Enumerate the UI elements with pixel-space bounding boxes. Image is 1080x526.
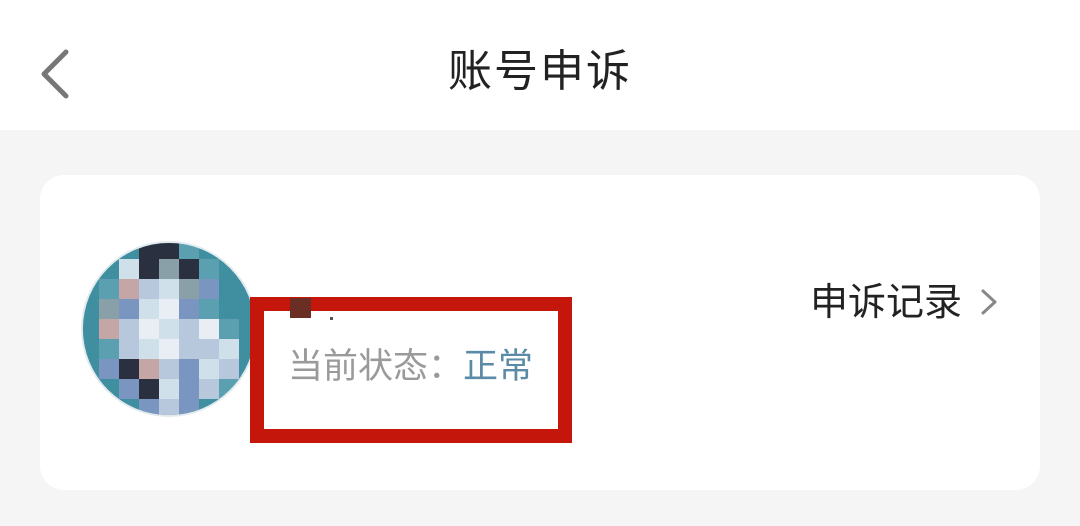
avatar-mosaic-tile — [99, 299, 119, 319]
avatar-mosaic-tile — [159, 299, 179, 319]
status-value: 正常 — [463, 347, 534, 387]
avatar-mosaic-tile — [179, 359, 199, 379]
avatar-mosaic-tile — [83, 379, 99, 399]
avatar-mosaic-tile — [179, 259, 199, 279]
avatar-mosaic-tile — [219, 259, 239, 279]
avatar-mosaic-tile — [99, 279, 119, 299]
avatar-mosaic-tile — [83, 319, 99, 339]
page-title: 账号申诉 — [448, 46, 632, 97]
avatar-mosaic-tile — [119, 399, 139, 415]
avatar-mosaic-tile — [159, 259, 179, 279]
avatar-mosaic-tile — [83, 299, 99, 319]
avatar-mosaic-tile — [119, 243, 139, 259]
avatar-mosaic-tile — [139, 399, 159, 415]
avatar-mosaic-tile — [159, 359, 179, 379]
avatar-mosaic-tile — [119, 359, 139, 379]
avatar-mosaic-tile — [219, 279, 239, 299]
avatar-mosaic-tile — [159, 379, 179, 399]
avatar-mosaic-tile — [199, 379, 219, 399]
avatar-mosaic-tile — [159, 319, 179, 339]
avatar-mosaic-tile — [99, 399, 119, 415]
avatar-mosaic-tile — [239, 243, 255, 259]
avatar-mosaic-tile — [159, 399, 179, 415]
avatar-mosaic-tile — [179, 279, 199, 299]
avatar-mosaic-tile — [139, 319, 159, 339]
avatar-mosaic-tile — [119, 379, 139, 399]
avatar-mosaic-tile — [219, 359, 239, 379]
avatar-mosaic-tile — [119, 319, 139, 339]
avatar-mosaic-tile — [99, 259, 119, 279]
avatar-mosaic-tile — [199, 279, 219, 299]
avatar-mosaic-tile — [83, 279, 99, 299]
account-status: 当前状态：正常 — [288, 349, 533, 385]
avatar-mosaic-tile — [219, 379, 239, 399]
avatar-mosaic-tile — [99, 379, 119, 399]
avatar-mosaic-tile — [159, 279, 179, 299]
avatar-mosaic-tile — [83, 259, 99, 279]
avatar-mosaic-tile — [179, 399, 199, 415]
avatar-mosaic-tile — [99, 243, 119, 259]
username-redacted-dot — [330, 317, 333, 320]
avatar-mosaic-tile — [83, 243, 99, 259]
avatar-mosaic-tile — [139, 339, 159, 359]
avatar-mosaic-tile — [199, 259, 219, 279]
avatar-mosaic-tile — [119, 279, 139, 299]
avatar-mosaic-tile — [219, 299, 239, 319]
appeal-records-label: 申诉记录 — [810, 280, 963, 324]
avatar-mosaic-tile — [199, 399, 219, 415]
avatar-mosaic-tile — [219, 243, 239, 259]
chevron-right-icon — [981, 289, 997, 315]
avatar-mosaic-tile — [119, 339, 139, 359]
avatar-mosaic-tile — [83, 339, 99, 359]
avatar-mosaic-tile — [199, 339, 219, 359]
avatar-mosaic-tile — [139, 243, 159, 259]
avatar-mosaic-tile — [119, 259, 139, 279]
avatar-mosaic-tile — [139, 299, 159, 319]
avatar-mosaic-tile — [179, 339, 199, 359]
status-label: 当前状态： — [288, 347, 464, 387]
avatar-mosaic-tile — [99, 359, 119, 379]
avatar-mosaic-tile — [179, 379, 199, 399]
avatar-mosaic-tile — [139, 259, 159, 279]
avatar-mosaic-tile — [199, 319, 219, 339]
avatar-mosaic-tile — [219, 339, 239, 359]
avatar-mosaic-tile — [159, 339, 179, 359]
avatar-mosaic-tile — [179, 299, 199, 319]
avatar-mosaic-tile — [239, 279, 255, 299]
avatar-mosaic-tile — [99, 339, 119, 359]
avatar-mosaic-tile — [219, 399, 239, 415]
avatar — [83, 243, 255, 415]
avatar-mosaic-tile — [199, 359, 219, 379]
avatar-mosaic-tile — [139, 279, 159, 299]
appeal-records-link[interactable]: 申诉记录 — [806, 276, 1006, 328]
avatar-mosaic-tile — [119, 299, 139, 319]
avatar-mosaic-tile — [139, 359, 159, 379]
avatar-mosaic-tile — [139, 379, 159, 399]
avatar-mosaic-tile — [99, 319, 119, 339]
username-redacted — [290, 298, 311, 318]
avatar-mosaic-tile — [219, 319, 239, 339]
avatar-mosaic-tile — [239, 259, 255, 279]
avatar-mosaic-tile — [83, 399, 99, 415]
avatar-mosaic-tile — [179, 319, 199, 339]
top-bar: 账号申诉 — [0, 0, 1080, 130]
avatar-mosaic-tile — [179, 243, 199, 259]
avatar-mosaic-tile — [159, 243, 179, 259]
avatar-mosaic-tile — [199, 299, 219, 319]
avatar-mosaic-tile — [83, 359, 99, 379]
avatar-mosaic-tile — [199, 243, 219, 259]
